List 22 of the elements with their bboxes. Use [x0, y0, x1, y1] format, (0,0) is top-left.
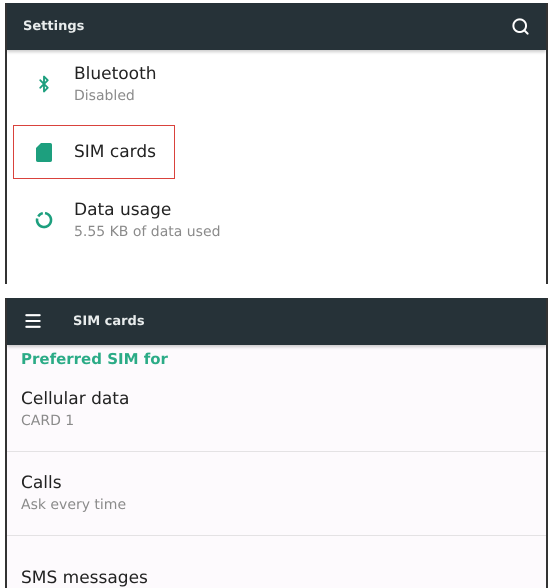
- item-title: SMS messages: [21, 568, 149, 588]
- screen-title: SIM cards: [73, 314, 146, 329]
- sim-card-icon: [36, 142, 52, 162]
- item-title: Cellular data: [21, 389, 130, 410]
- section-header: Preferred SIM for: [20, 348, 169, 368]
- search-icon[interactable]: [511, 17, 530, 36]
- preference-item[interactable]: Cellular data CARD 1: [7, 368, 546, 452]
- item-subtitle: CARD 1: [21, 413, 76, 430]
- item-title: Bluetooth: [74, 64, 157, 84]
- preference-item[interactable]: Calls Ask every time: [7, 452, 546, 536]
- item-title: Data usage: [74, 200, 172, 220]
- screen-title: Settings: [23, 19, 86, 34]
- settings-item[interactable]: SIM cards: [13, 125, 175, 179]
- settings-item[interactable]: Data usage 5.55 KB of data used: [13, 186, 546, 254]
- item-title: SIM cards: [74, 142, 156, 162]
- data-usage-icon: [35, 211, 53, 229]
- item-subtitle: 5.55 KB of data used: [74, 224, 220, 240]
- preference-item[interactable]: SMS messages: [7, 536, 546, 588]
- item-subtitle: Disabled: [74, 88, 136, 104]
- item-subtitle: Ask every time: [21, 497, 128, 514]
- settings-item[interactable]: Bluetooth Disabled: [13, 50, 546, 118]
- item-title: Calls: [21, 473, 63, 494]
